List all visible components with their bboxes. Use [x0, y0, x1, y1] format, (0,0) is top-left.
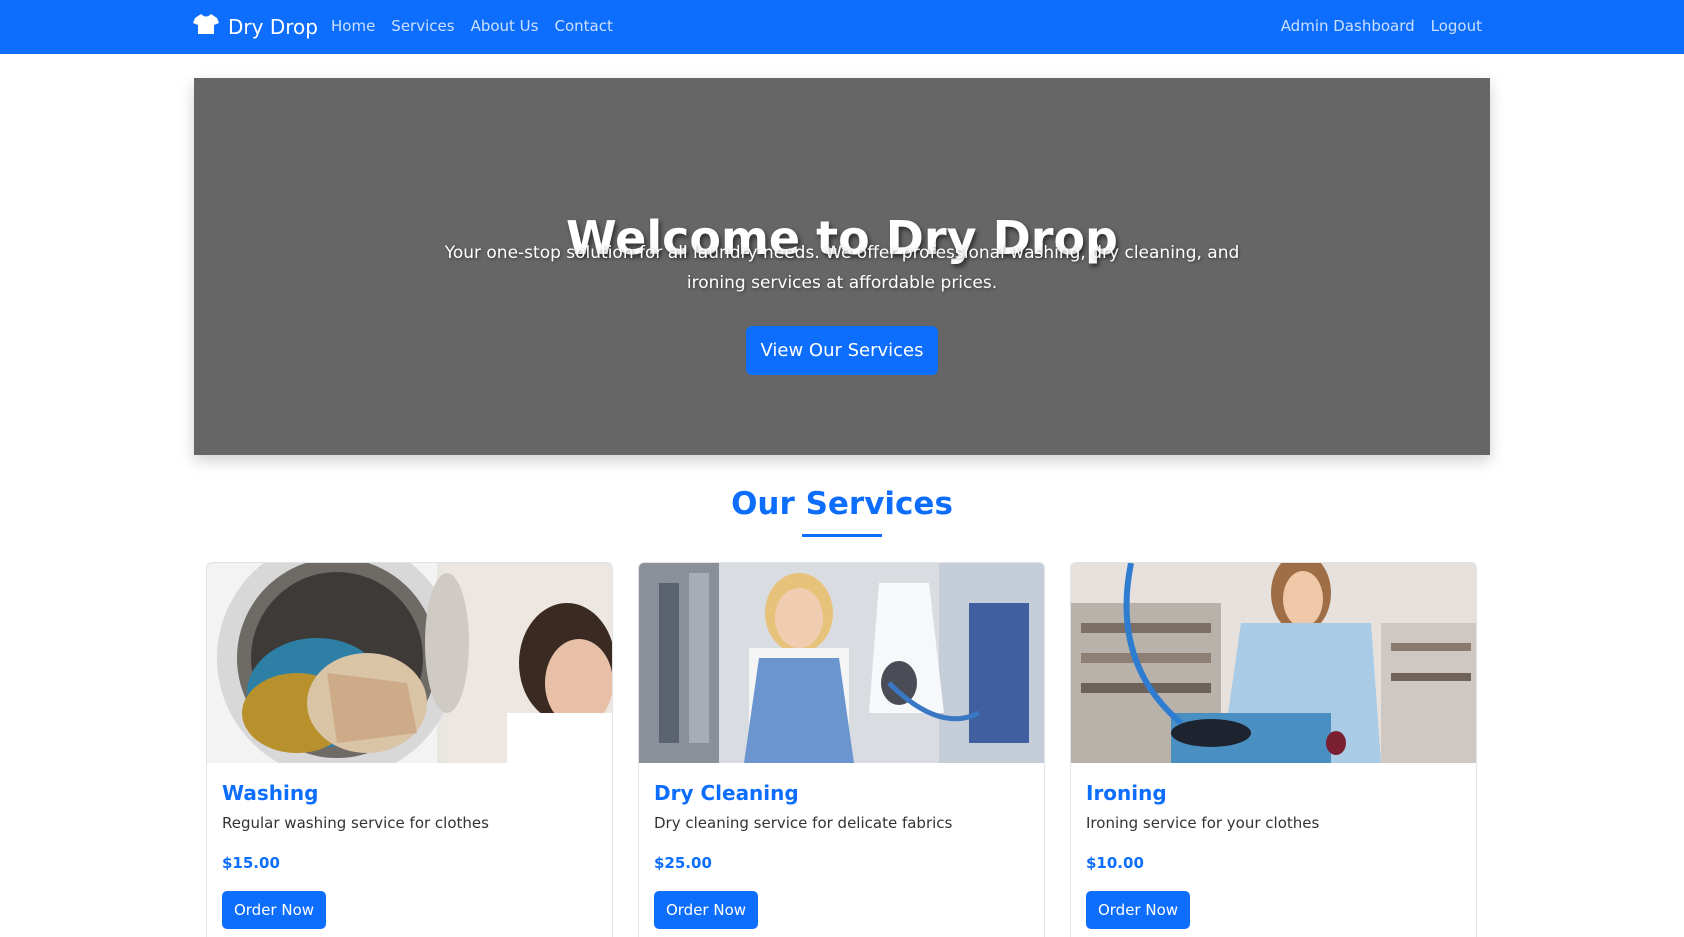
- nav-admin-dashboard[interactable]: Admin Dashboard: [1281, 17, 1415, 35]
- nav-right: Admin Dashboard Logout: [1281, 17, 1482, 35]
- card-title: Washing: [222, 781, 319, 805]
- nav-services[interactable]: Services: [391, 17, 454, 35]
- nav-contact[interactable]: Contact: [554, 17, 612, 35]
- card-price: $25.00: [654, 854, 712, 872]
- nav-links: Home Services About Us Contact: [331, 17, 613, 35]
- hero-text: Your one-stop solution for all laundry n…: [444, 243, 1240, 293]
- brand-link[interactable]: Dry Drop: [192, 12, 318, 41]
- card-description: Ironing service for your clothes: [1086, 814, 1320, 832]
- nav-logout[interactable]: Logout: [1431, 17, 1482, 35]
- card-title: Ironing: [1086, 781, 1167, 805]
- card-title: Dry Cleaning: [654, 781, 799, 805]
- services-heading: Our Services: [731, 486, 953, 522]
- card-description: Dry cleaning service for delicate fabric…: [654, 814, 953, 832]
- nav-home[interactable]: Home: [331, 17, 375, 35]
- dry-cleaning-image: [639, 563, 1044, 763]
- view-services-button[interactable]: View Our Services: [746, 326, 938, 375]
- heading-underline: [802, 534, 882, 537]
- hero-banner: Welcome to Dry Drop Your one-stop soluti…: [194, 78, 1490, 455]
- tshirt-icon: [192, 12, 220, 41]
- order-now-button[interactable]: Order Now: [222, 891, 326, 929]
- nav-about[interactable]: About Us: [471, 17, 539, 35]
- navbar: Dry Drop Home Services About Us Contact …: [0, 0, 1684, 54]
- service-card-ironing: Ironing Ironing service for your clothes…: [1070, 562, 1477, 937]
- ironing-image: [1071, 563, 1476, 763]
- order-now-button[interactable]: Order Now: [654, 891, 758, 929]
- card-price: $15.00: [222, 854, 280, 872]
- service-card-washing: Washing Regular washing service for clot…: [206, 562, 613, 937]
- card-description: Regular washing service for clothes: [222, 814, 489, 832]
- washing-image: [207, 563, 612, 763]
- order-now-button[interactable]: Order Now: [1086, 891, 1190, 929]
- card-price: $10.00: [1086, 854, 1144, 872]
- brand-name: Dry Drop: [228, 14, 318, 39]
- service-card-dry-cleaning: Dry Cleaning Dry cleaning service for de…: [638, 562, 1045, 937]
